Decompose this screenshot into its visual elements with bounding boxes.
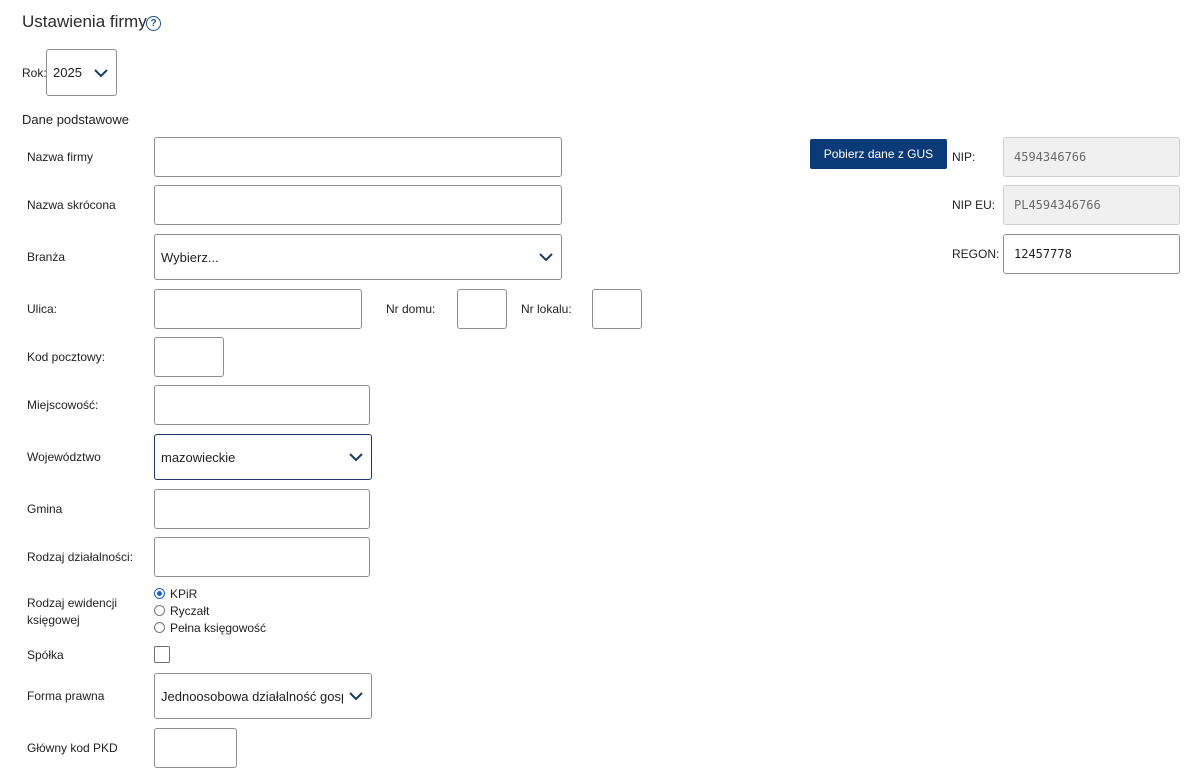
radio-icon[interactable] [154,605,165,616]
postal-code-input[interactable] [154,337,224,377]
industry-label: Branża [27,250,66,264]
radio-icon[interactable] [154,622,165,633]
nip-eu-field: PL4594346766 [1003,185,1180,225]
radio-selected-icon[interactable] [154,588,165,599]
regon-input[interactable]: 12457778 [1003,234,1180,274]
radio-option-pelna[interactable]: Pełna księgowość [154,619,266,636]
chevron-down-icon [539,253,553,261]
legal-form-label: Forma prawna [27,689,105,703]
chevron-down-icon [94,68,108,77]
short-name-input[interactable] [154,185,562,225]
commune-label: Gmina [27,502,63,516]
house-no-label: Nr domu: [386,302,436,316]
apt-no-label: Nr lokalu: [521,302,572,316]
accounting-radio-group: KPiR Ryczałt Pełna księgowość [154,585,266,636]
radio-option-ryczalt[interactable]: Ryczałt [154,602,266,619]
year-select[interactable]: 2025 [46,49,117,96]
partnership-checkbox[interactable] [154,646,170,663]
industry-value: Wybierz... [161,249,219,265]
legal-form-select[interactable]: Jednoosobowa działalność gosp [154,673,372,719]
company-name-label: Nazwa firmy [27,150,94,164]
radio-option-kpir[interactable]: KPiR [154,585,266,602]
nip-label: NIP: [952,150,976,164]
section-title-basic: Dane podstawowe [22,112,129,127]
company-name-input[interactable] [154,137,562,177]
postal-code-label: Kod pocztowy: [27,350,106,364]
legal-form-value: Jednoosobowa działalność gosp [161,688,343,704]
chevron-down-icon [349,692,363,700]
page-title: Ustawienia firmy [22,12,147,31]
activity-type-label: Rodzaj działalności: [27,550,134,564]
pkd-label: Główny kod PKD [27,741,118,755]
year-label: Rok: [22,66,47,80]
commune-input[interactable] [154,489,370,529]
city-label: Miejscowość: [27,398,99,412]
nip-eu-label: NIP EU: [952,198,996,212]
nip-field: 4594346766 [1003,137,1180,177]
accounting-label: Rodzaj ewidencji księgowej [27,596,118,627]
voivodeship-select[interactable]: mazowieckie [154,434,372,480]
city-input[interactable] [154,385,370,425]
voivodeship-label: Województwo [27,450,101,464]
street-label: Ulica: [27,302,58,316]
apt-no-input[interactable] [592,289,642,329]
short-name-label: Nazwa skrócona [27,198,116,212]
partnership-label: Spółka [27,648,64,662]
voivodeship-value: mazowieckie [161,449,236,465]
year-value: 2025 [53,65,82,80]
activity-type-input[interactable] [154,537,370,577]
pkd-input[interactable] [154,728,237,768]
street-input[interactable] [154,289,362,329]
regon-label: REGON: [952,247,1000,261]
industry-select[interactable]: Wybierz... [154,234,562,280]
house-no-input[interactable] [457,289,507,329]
fetch-gus-button[interactable]: Pobierz dane z GUS [810,139,947,169]
chevron-down-icon [349,453,363,461]
help-icon[interactable]: ? [146,16,161,31]
